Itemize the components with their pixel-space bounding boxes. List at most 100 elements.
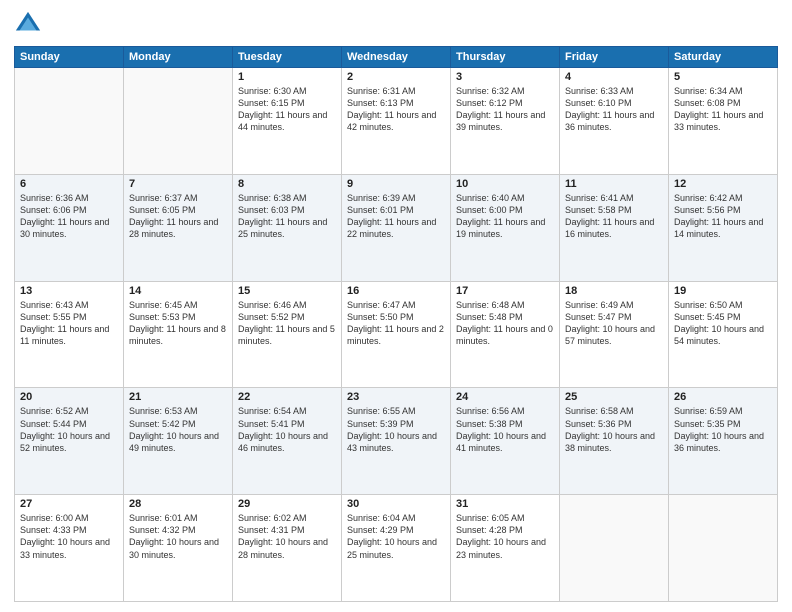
calendar-cell: 4Sunrise: 6:33 AM Sunset: 6:10 PM Daylig… xyxy=(560,68,669,175)
day-number: 3 xyxy=(456,71,554,83)
cell-info: Sunrise: 6:30 AM Sunset: 6:15 PM Dayligh… xyxy=(238,85,336,134)
day-number: 8 xyxy=(238,178,336,190)
cell-info: Sunrise: 6:56 AM Sunset: 5:38 PM Dayligh… xyxy=(456,405,554,454)
day-number: 20 xyxy=(20,391,118,403)
calendar-week-row: 27Sunrise: 6:00 AM Sunset: 4:33 PM Dayli… xyxy=(15,495,778,602)
calendar-cell: 27Sunrise: 6:00 AM Sunset: 4:33 PM Dayli… xyxy=(15,495,124,602)
cell-info: Sunrise: 6:53 AM Sunset: 5:42 PM Dayligh… xyxy=(129,405,227,454)
cell-info: Sunrise: 6:58 AM Sunset: 5:36 PM Dayligh… xyxy=(565,405,663,454)
calendar-cell: 17 Sunrise: 6:48 AM Sunset: 5:48 PM Dayli… xyxy=(451,281,560,388)
calendar-cell: 13 Sunrise: 6:43 AM Sunset: 5:55 PM Dayli… xyxy=(15,281,124,388)
calendar-cell: 16 Sunrise: 6:47 AM Sunset: 5:50 PM Dayli… xyxy=(342,281,451,388)
day-number: 11 xyxy=(565,178,663,190)
calendar-cell: 25 Sunrise: 6:58 AM Sunset: 5:36 PM Dayli… xyxy=(560,388,669,495)
calendar-cell: 3 Sunrise: 6:32 AM Sunset: 6:12 PM Daylig… xyxy=(451,68,560,175)
cell-info: Sunrise: 6:55 AM Sunset: 5:39 PM Dayligh… xyxy=(347,405,445,454)
day-number: 2 xyxy=(347,71,445,83)
cell-info: Sunrise: 6:38 AM Sunset: 6:03 PM Dayligh… xyxy=(238,192,336,241)
day-number: 26 xyxy=(674,391,772,403)
day-number: 17 xyxy=(456,285,554,297)
weekday-header: Friday xyxy=(560,47,669,68)
cell-info: Sunrise: 6:39 AM Sunset: 6:01 PM Dayligh… xyxy=(347,192,445,241)
day-number: 24 xyxy=(456,391,554,403)
calendar-cell: 31Sunrise: 6:05 AM Sunset: 4:28 PM Dayli… xyxy=(451,495,560,602)
day-number: 29 xyxy=(238,498,336,510)
cell-info: Sunrise: 6:36 AM Sunset: 6:06 PM Dayligh… xyxy=(20,192,118,241)
calendar-cell: 30Sunrise: 6:04 AM Sunset: 4:29 PM Dayli… xyxy=(342,495,451,602)
day-number: 15 xyxy=(238,285,336,297)
calendar-cell: 26 Sunrise: 6:59 AM Sunset: 5:35 PM Dayli… xyxy=(669,388,778,495)
day-number: 7 xyxy=(129,178,227,190)
logo-icon xyxy=(14,10,42,38)
day-number: 16 xyxy=(347,285,445,297)
calendar-cell: 14 Sunrise: 6:45 AM Sunset: 5:53 PM Dayli… xyxy=(124,281,233,388)
calendar-cell xyxy=(124,68,233,175)
weekday-header: Monday xyxy=(124,47,233,68)
calendar-cell: 5Sunrise: 6:34 AM Sunset: 6:08 PM Daylig… xyxy=(669,68,778,175)
calendar-cell xyxy=(15,68,124,175)
day-number: 25 xyxy=(565,391,663,403)
calendar-cell: 12Sunrise: 6:42 AM Sunset: 5:56 PM Dayli… xyxy=(669,174,778,281)
calendar: SundayMondayTuesdayWednesdayThursdayFrid… xyxy=(14,46,778,602)
calendar-week-row: 20 Sunrise: 6:52 AM Sunset: 5:44 PM Dayli… xyxy=(15,388,778,495)
calendar-week-row: 13 Sunrise: 6:43 AM Sunset: 5:55 PM Dayli… xyxy=(15,281,778,388)
calendar-week-row: 6Sunrise: 6:36 AM Sunset: 6:06 PM Daylig… xyxy=(15,174,778,281)
calendar-cell: 9 Sunrise: 6:39 AM Sunset: 6:01 PM Daylig… xyxy=(342,174,451,281)
cell-info: Sunrise: 6:33 AM Sunset: 6:10 PM Dayligh… xyxy=(565,85,663,134)
cell-info: Sunrise: 6:01 AM Sunset: 4:32 PM Dayligh… xyxy=(129,512,227,561)
cell-info: Sunrise: 6:40 AM Sunset: 6:00 PM Dayligh… xyxy=(456,192,554,241)
cell-info: Sunrise: 6:43 AM Sunset: 5:55 PM Dayligh… xyxy=(20,299,118,348)
cell-info: Sunrise: 6:59 AM Sunset: 5:35 PM Dayligh… xyxy=(674,405,772,454)
calendar-cell: 24 Sunrise: 6:56 AM Sunset: 5:38 PM Dayli… xyxy=(451,388,560,495)
cell-info: Sunrise: 6:47 AM Sunset: 5:50 PM Dayligh… xyxy=(347,299,445,348)
calendar-cell: 23 Sunrise: 6:55 AM Sunset: 5:39 PM Dayli… xyxy=(342,388,451,495)
cell-info: Sunrise: 6:48 AM Sunset: 5:48 PM Dayligh… xyxy=(456,299,554,348)
cell-info: Sunrise: 6:46 AM Sunset: 5:52 PM Dayligh… xyxy=(238,299,336,348)
day-number: 23 xyxy=(347,391,445,403)
page: SundayMondayTuesdayWednesdayThursdayFrid… xyxy=(0,0,792,612)
weekday-header: Saturday xyxy=(669,47,778,68)
cell-info: Sunrise: 6:54 AM Sunset: 5:41 PM Dayligh… xyxy=(238,405,336,454)
calendar-cell xyxy=(669,495,778,602)
calendar-cell: 8 Sunrise: 6:38 AM Sunset: 6:03 PM Daylig… xyxy=(233,174,342,281)
cell-info: Sunrise: 6:31 AM Sunset: 6:13 PM Dayligh… xyxy=(347,85,445,134)
day-number: 22 xyxy=(238,391,336,403)
calendar-cell: 6Sunrise: 6:36 AM Sunset: 6:06 PM Daylig… xyxy=(15,174,124,281)
day-number: 10 xyxy=(456,178,554,190)
day-number: 1 xyxy=(238,71,336,83)
calendar-cell: 22 Sunrise: 6:54 AM Sunset: 5:41 PM Dayli… xyxy=(233,388,342,495)
cell-info: Sunrise: 6:34 AM Sunset: 6:08 PM Dayligh… xyxy=(674,85,772,134)
weekday-header: Wednesday xyxy=(342,47,451,68)
day-number: 19 xyxy=(674,285,772,297)
cell-info: Sunrise: 6:05 AM Sunset: 4:28 PM Dayligh… xyxy=(456,512,554,561)
cell-info: Sunrise: 6:41 AM Sunset: 5:58 PM Dayligh… xyxy=(565,192,663,241)
day-number: 13 xyxy=(20,285,118,297)
calendar-cell: 20 Sunrise: 6:52 AM Sunset: 5:44 PM Dayli… xyxy=(15,388,124,495)
weekday-header: Tuesday xyxy=(233,47,342,68)
calendar-cell: 18Sunrise: 6:49 AM Sunset: 5:47 PM Dayli… xyxy=(560,281,669,388)
calendar-cell: 29 Sunrise: 6:02 AM Sunset: 4:31 PM Dayli… xyxy=(233,495,342,602)
day-number: 28 xyxy=(129,498,227,510)
cell-info: Sunrise: 6:52 AM Sunset: 5:44 PM Dayligh… xyxy=(20,405,118,454)
weekday-header: Thursday xyxy=(451,47,560,68)
calendar-cell: 15 Sunrise: 6:46 AM Sunset: 5:52 PM Dayli… xyxy=(233,281,342,388)
weekday-header: Sunday xyxy=(15,47,124,68)
day-number: 9 xyxy=(347,178,445,190)
day-number: 14 xyxy=(129,285,227,297)
cell-info: Sunrise: 6:50 AM Sunset: 5:45 PM Dayligh… xyxy=(674,299,772,348)
calendar-cell: 2 Sunrise: 6:31 AM Sunset: 6:13 PM Daylig… xyxy=(342,68,451,175)
calendar-cell: 10 Sunrise: 6:40 AM Sunset: 6:00 PM Dayli… xyxy=(451,174,560,281)
cell-info: Sunrise: 6:49 AM Sunset: 5:47 PM Dayligh… xyxy=(565,299,663,348)
cell-info: Sunrise: 6:45 AM Sunset: 5:53 PM Dayligh… xyxy=(129,299,227,348)
cell-info: Sunrise: 6:32 AM Sunset: 6:12 PM Dayligh… xyxy=(456,85,554,134)
calendar-cell xyxy=(560,495,669,602)
logo xyxy=(14,10,46,38)
cell-info: Sunrise: 6:02 AM Sunset: 4:31 PM Dayligh… xyxy=(238,512,336,561)
cell-info: Sunrise: 6:42 AM Sunset: 5:56 PM Dayligh… xyxy=(674,192,772,241)
calendar-cell: 28 Sunrise: 6:01 AM Sunset: 4:32 PM Dayli… xyxy=(124,495,233,602)
cell-info: Sunrise: 6:00 AM Sunset: 4:33 PM Dayligh… xyxy=(20,512,118,561)
cell-info: Sunrise: 6:37 AM Sunset: 6:05 PM Dayligh… xyxy=(129,192,227,241)
calendar-cell: 19 Sunrise: 6:50 AM Sunset: 5:45 PM Dayli… xyxy=(669,281,778,388)
calendar-cell: 21Sunrise: 6:53 AM Sunset: 5:42 PM Dayli… xyxy=(124,388,233,495)
calendar-cell: 11 Sunrise: 6:41 AM Sunset: 5:58 PM Dayli… xyxy=(560,174,669,281)
